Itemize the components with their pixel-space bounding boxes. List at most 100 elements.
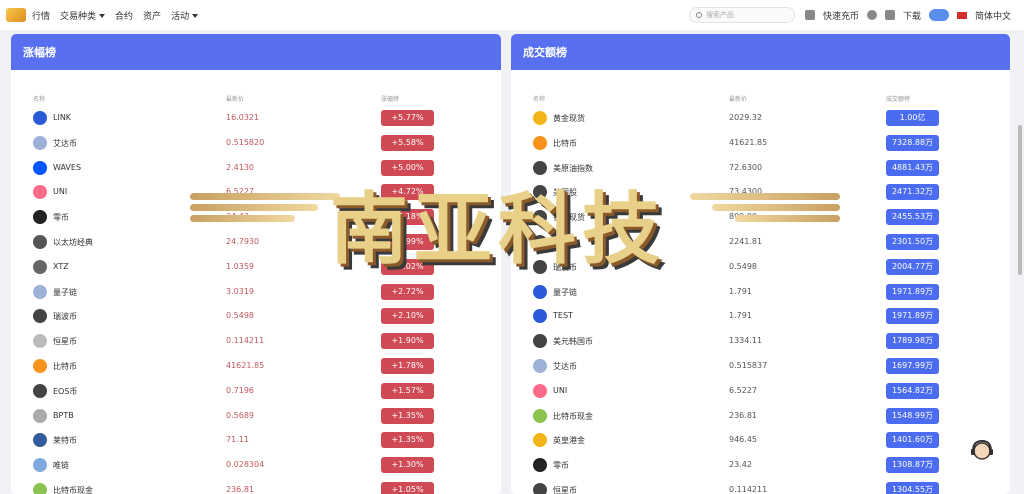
table-row[interactable]: 美国股 73.4300 2471.32万 (511, 180, 1010, 205)
table-row[interactable]: 比特币现金 236.81 +1.05% (11, 478, 501, 494)
volume-badge: 1971.89万 (886, 308, 939, 325)
table-row[interactable]: 瑞波币 0.5498 2004.77万 (511, 255, 1010, 280)
table-row[interactable]: 零币 24.43 +4.18% (11, 205, 501, 230)
table-row[interactable]: 英皇港金 946.45 1401.60万 (511, 428, 1010, 453)
table-row[interactable]: 唯链 0.028304 +1.30% (11, 453, 501, 478)
coin-price: 1.0359 (226, 261, 254, 271)
change-badge: +5.00% (381, 159, 434, 176)
coin-name: BPTB (53, 410, 74, 420)
zcash-icon (533, 458, 547, 473)
search-input[interactable]: 搜索产品 (689, 7, 795, 23)
coin-name: LINK (53, 113, 72, 122)
site-logo[interactable] (6, 8, 26, 22)
change-badge: +2.72% (381, 283, 434, 300)
ripple-icon (33, 309, 47, 324)
table-row[interactable]: 比特币 41621.85 +1.78% (11, 354, 501, 379)
deposit-icon[interactable] (805, 10, 815, 20)
coin-price: 236.81 (729, 410, 757, 420)
table-row[interactable]: WAVES 2.4130 +5.00% (11, 156, 501, 181)
table-row[interactable]: TEST 1.791 1971.89万 (511, 304, 1010, 329)
china-flag-icon (957, 11, 968, 19)
cloud-icon[interactable] (929, 9, 950, 21)
change-badge: +4.18% (381, 209, 434, 226)
table-row[interactable]: 量子链 1.791 1971.89万 (511, 280, 1010, 305)
user-icon[interactable] (867, 10, 878, 20)
bitcoin-cash-icon (533, 408, 547, 423)
nav-item[interactable]: 资产 (143, 9, 161, 22)
coin-name: 比特币 (553, 138, 577, 148)
customer-service-icon[interactable] (968, 438, 996, 462)
coin-price: 41621.85 (226, 360, 265, 370)
table-row[interactable]: 量子链 3.0319 +2.72% (11, 280, 501, 305)
nav-item[interactable]: 活动 (171, 9, 199, 22)
nav-item[interactable]: 交易种类 (60, 9, 106, 22)
coin-name: 美国股 (553, 188, 577, 198)
coin-price: 0.7196 (226, 385, 254, 395)
coin-price: 0.028304 (226, 460, 265, 470)
coin-price: 0.515820 (226, 137, 265, 147)
language-selector[interactable]: 简体中文 (975, 9, 1011, 22)
table-row[interactable]: 艾达币 0.515837 1697.99万 (511, 354, 1010, 379)
table-row[interactable]: 莱特币 71.11 +1.35% (11, 428, 501, 453)
nav-item-label: 交易种类 (60, 11, 97, 22)
table-row[interactable]: 铂金现货 899.00 2455.53万 (511, 205, 1010, 230)
bitcoin-icon (533, 135, 547, 150)
nav-item[interactable]: 行情 (32, 9, 50, 22)
table-row[interactable]: UNI 6.5227 +4.72% (11, 180, 501, 205)
volume-badge: 1304.55万 (886, 481, 939, 494)
gainers-title: 涨幅榜 (11, 34, 501, 70)
volume-badge: 4881.43万 (886, 159, 939, 176)
coin-name: 铂金现货 (553, 213, 585, 223)
table-row[interactable]: BPTB 0.5689 +1.35% (11, 404, 501, 429)
coin-price: 16.0321 (226, 113, 260, 122)
coins-icon (533, 185, 547, 200)
table-row[interactable]: LINK 16.0321 +5.77% (11, 106, 501, 131)
bitcoin-cash-icon (33, 482, 47, 494)
volume-badge: 7328.88万 (886, 134, 939, 151)
download-link[interactable]: 下载 (903, 9, 921, 22)
volume-badge: 1548.99万 (886, 407, 939, 424)
table-row[interactable]: 恒星币 0.114211 1304.55万 (511, 478, 1010, 494)
col-volume: 成交额榜 (886, 96, 911, 103)
volume-badge: 1971.89万 (886, 283, 939, 300)
table-row[interactable]: 零币 23.42 1308.87万 (511, 453, 1010, 478)
coin-name: 瑞波币 (53, 312, 77, 322)
change-badge: +1.57% (381, 382, 434, 399)
nav-item[interactable]: 合约 (115, 9, 133, 22)
cardano-icon (33, 135, 47, 150)
coin-price: 6.5227 (226, 187, 254, 197)
table-row[interactable]: 瑞波币 0.5498 +2.10% (11, 304, 501, 329)
coin-name: 比特币 (53, 361, 77, 371)
table-row[interactable]: 恒星币 0.114211 +1.90% (11, 329, 501, 354)
volume-badge: 2301.50万 (886, 233, 939, 250)
coin-price: 0.5498 (226, 311, 254, 321)
coin-name: 美元韩国币 (553, 337, 593, 347)
page-scrollbar[interactable] (1018, 125, 1022, 275)
table-row[interactable]: 以太坊 2241.81 2301.50万 (511, 230, 1010, 255)
coin-price: 236.81 (226, 484, 254, 494)
stellar-icon (33, 334, 47, 349)
grid-menu-icon[interactable] (885, 10, 896, 20)
table-row[interactable]: 美元韩国币 1334.11 1789.98万 (511, 329, 1010, 354)
table-row[interactable]: 比特币 41621.85 7328.88万 (511, 131, 1010, 156)
table-row[interactable]: 美原油指数 72.6300 4881.43万 (511, 156, 1010, 181)
bptb-icon (33, 408, 47, 423)
vechain-icon (33, 458, 47, 473)
change-badge: +2.10% (381, 308, 434, 325)
table-row[interactable]: EOS币 0.7196 +1.57% (11, 379, 501, 404)
coin-price: 24.43 (226, 212, 249, 222)
table-row[interactable]: 黄金现货 2029.32 1.00亿 (511, 106, 1010, 131)
table-row[interactable]: 以太坊经典 24.7930 +3.99% (11, 230, 501, 255)
col-price: 最新价 (729, 96, 748, 103)
tezos-icon (33, 259, 47, 274)
table-row[interactable]: 比特币现金 236.81 1548.99万 (511, 404, 1010, 429)
volume-badge: 1.00亿 (886, 110, 939, 126)
coin-name: 以太坊经典 (53, 237, 93, 247)
table-row[interactable]: UNI 6.5227 1564.82万 (511, 379, 1010, 404)
table-row[interactable]: 艾达币 0.515820 +5.58% (11, 131, 501, 156)
quick-deposit-link[interactable]: 快速充币 (823, 9, 859, 22)
volume-badge: 2455.53万 (886, 209, 939, 226)
table-row[interactable]: XTZ 1.0359 +3.02% (11, 255, 501, 280)
right-tools: 快速充币 下载 简体中文 (805, 0, 1011, 30)
coins-icon (533, 160, 547, 175)
